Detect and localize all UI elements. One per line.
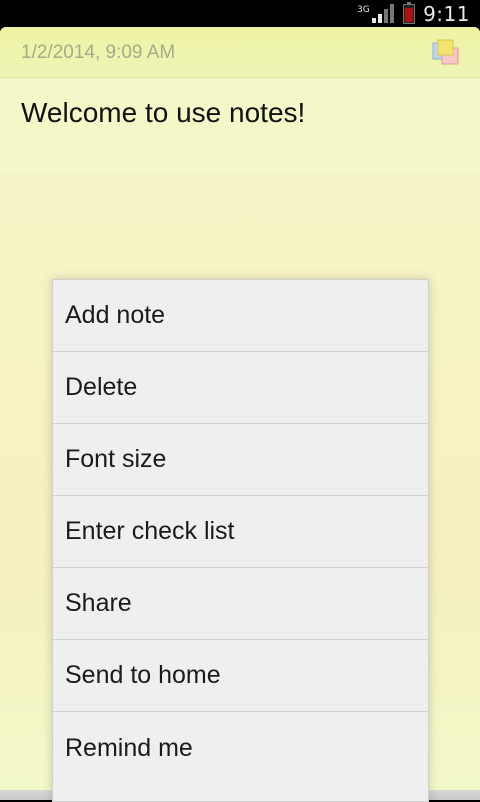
- battery-level: [405, 7, 414, 22]
- status-indicators: 3G 9:11: [357, 0, 470, 27]
- sticky-notes-icon[interactable]: [432, 39, 460, 65]
- battery-icon: [403, 1, 416, 24]
- note-body-text[interactable]: Welcome to use notes!: [21, 97, 305, 129]
- status-bar: 3G 9:11: [0, 0, 480, 27]
- menu-item-delete[interactable]: Delete: [53, 352, 428, 424]
- menu-item-enter-check-list[interactable]: Enter check list: [53, 496, 428, 568]
- signal-strength-icon: [372, 3, 395, 23]
- note-header: 1/2/2014, 9:09 AM: [0, 27, 480, 78]
- options-menu: Add note Delete Font size Enter check li…: [52, 279, 429, 802]
- menu-item-remind-me[interactable]: Remind me: [53, 712, 428, 784]
- menu-item-font-size[interactable]: Font size: [53, 424, 428, 496]
- menu-item-share[interactable]: Share: [53, 568, 428, 640]
- status-clock: 9:11: [423, 1, 470, 26]
- menu-item-add-note[interactable]: Add note: [53, 280, 428, 352]
- network-type-label: 3G: [357, 4, 370, 15]
- menu-item-send-to-home[interactable]: Send to home: [53, 640, 428, 712]
- note-date: 1/2/2014, 9:09 AM: [21, 42, 176, 63]
- signal-indicator: 3G: [357, 3, 395, 24]
